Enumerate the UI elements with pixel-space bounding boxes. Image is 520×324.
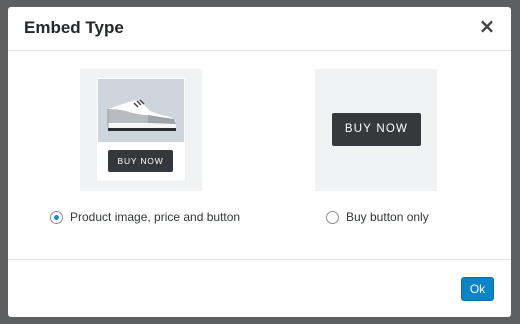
dialog-footer: Ok: [8, 259, 511, 317]
radio-label-buy-button: Buy button only: [346, 210, 429, 224]
sneaker-image-icon: [98, 79, 184, 142]
embed-type-dialog: Embed Type × BUY NOW BUY NOW Product ima…: [8, 7, 511, 317]
option-preview-product-image[interactable]: BUY NOW: [80, 69, 202, 191]
radio-button-checked[interactable]: [50, 210, 63, 224]
radio-label-product-image: Product image, price and button: [70, 210, 241, 224]
big-buy-now-button: BUY NOW: [332, 113, 421, 146]
option-preview-buy-button[interactable]: BUY NOW: [315, 69, 437, 191]
dialog-title: Embed Type: [24, 18, 124, 37]
dialog-header: Embed Type ×: [8, 7, 511, 51]
product-card-preview: BUY NOW: [97, 78, 185, 181]
radio-button-unchecked[interactable]: [326, 210, 339, 224]
ok-button[interactable]: Ok: [461, 277, 494, 301]
radio-option-product-image[interactable]: Product image, price and button: [50, 209, 240, 225]
close-icon[interactable]: ×: [477, 15, 497, 37]
radio-option-buy-button[interactable]: Buy button only: [326, 209, 429, 225]
mini-buy-now-button: BUY NOW: [108, 150, 173, 172]
